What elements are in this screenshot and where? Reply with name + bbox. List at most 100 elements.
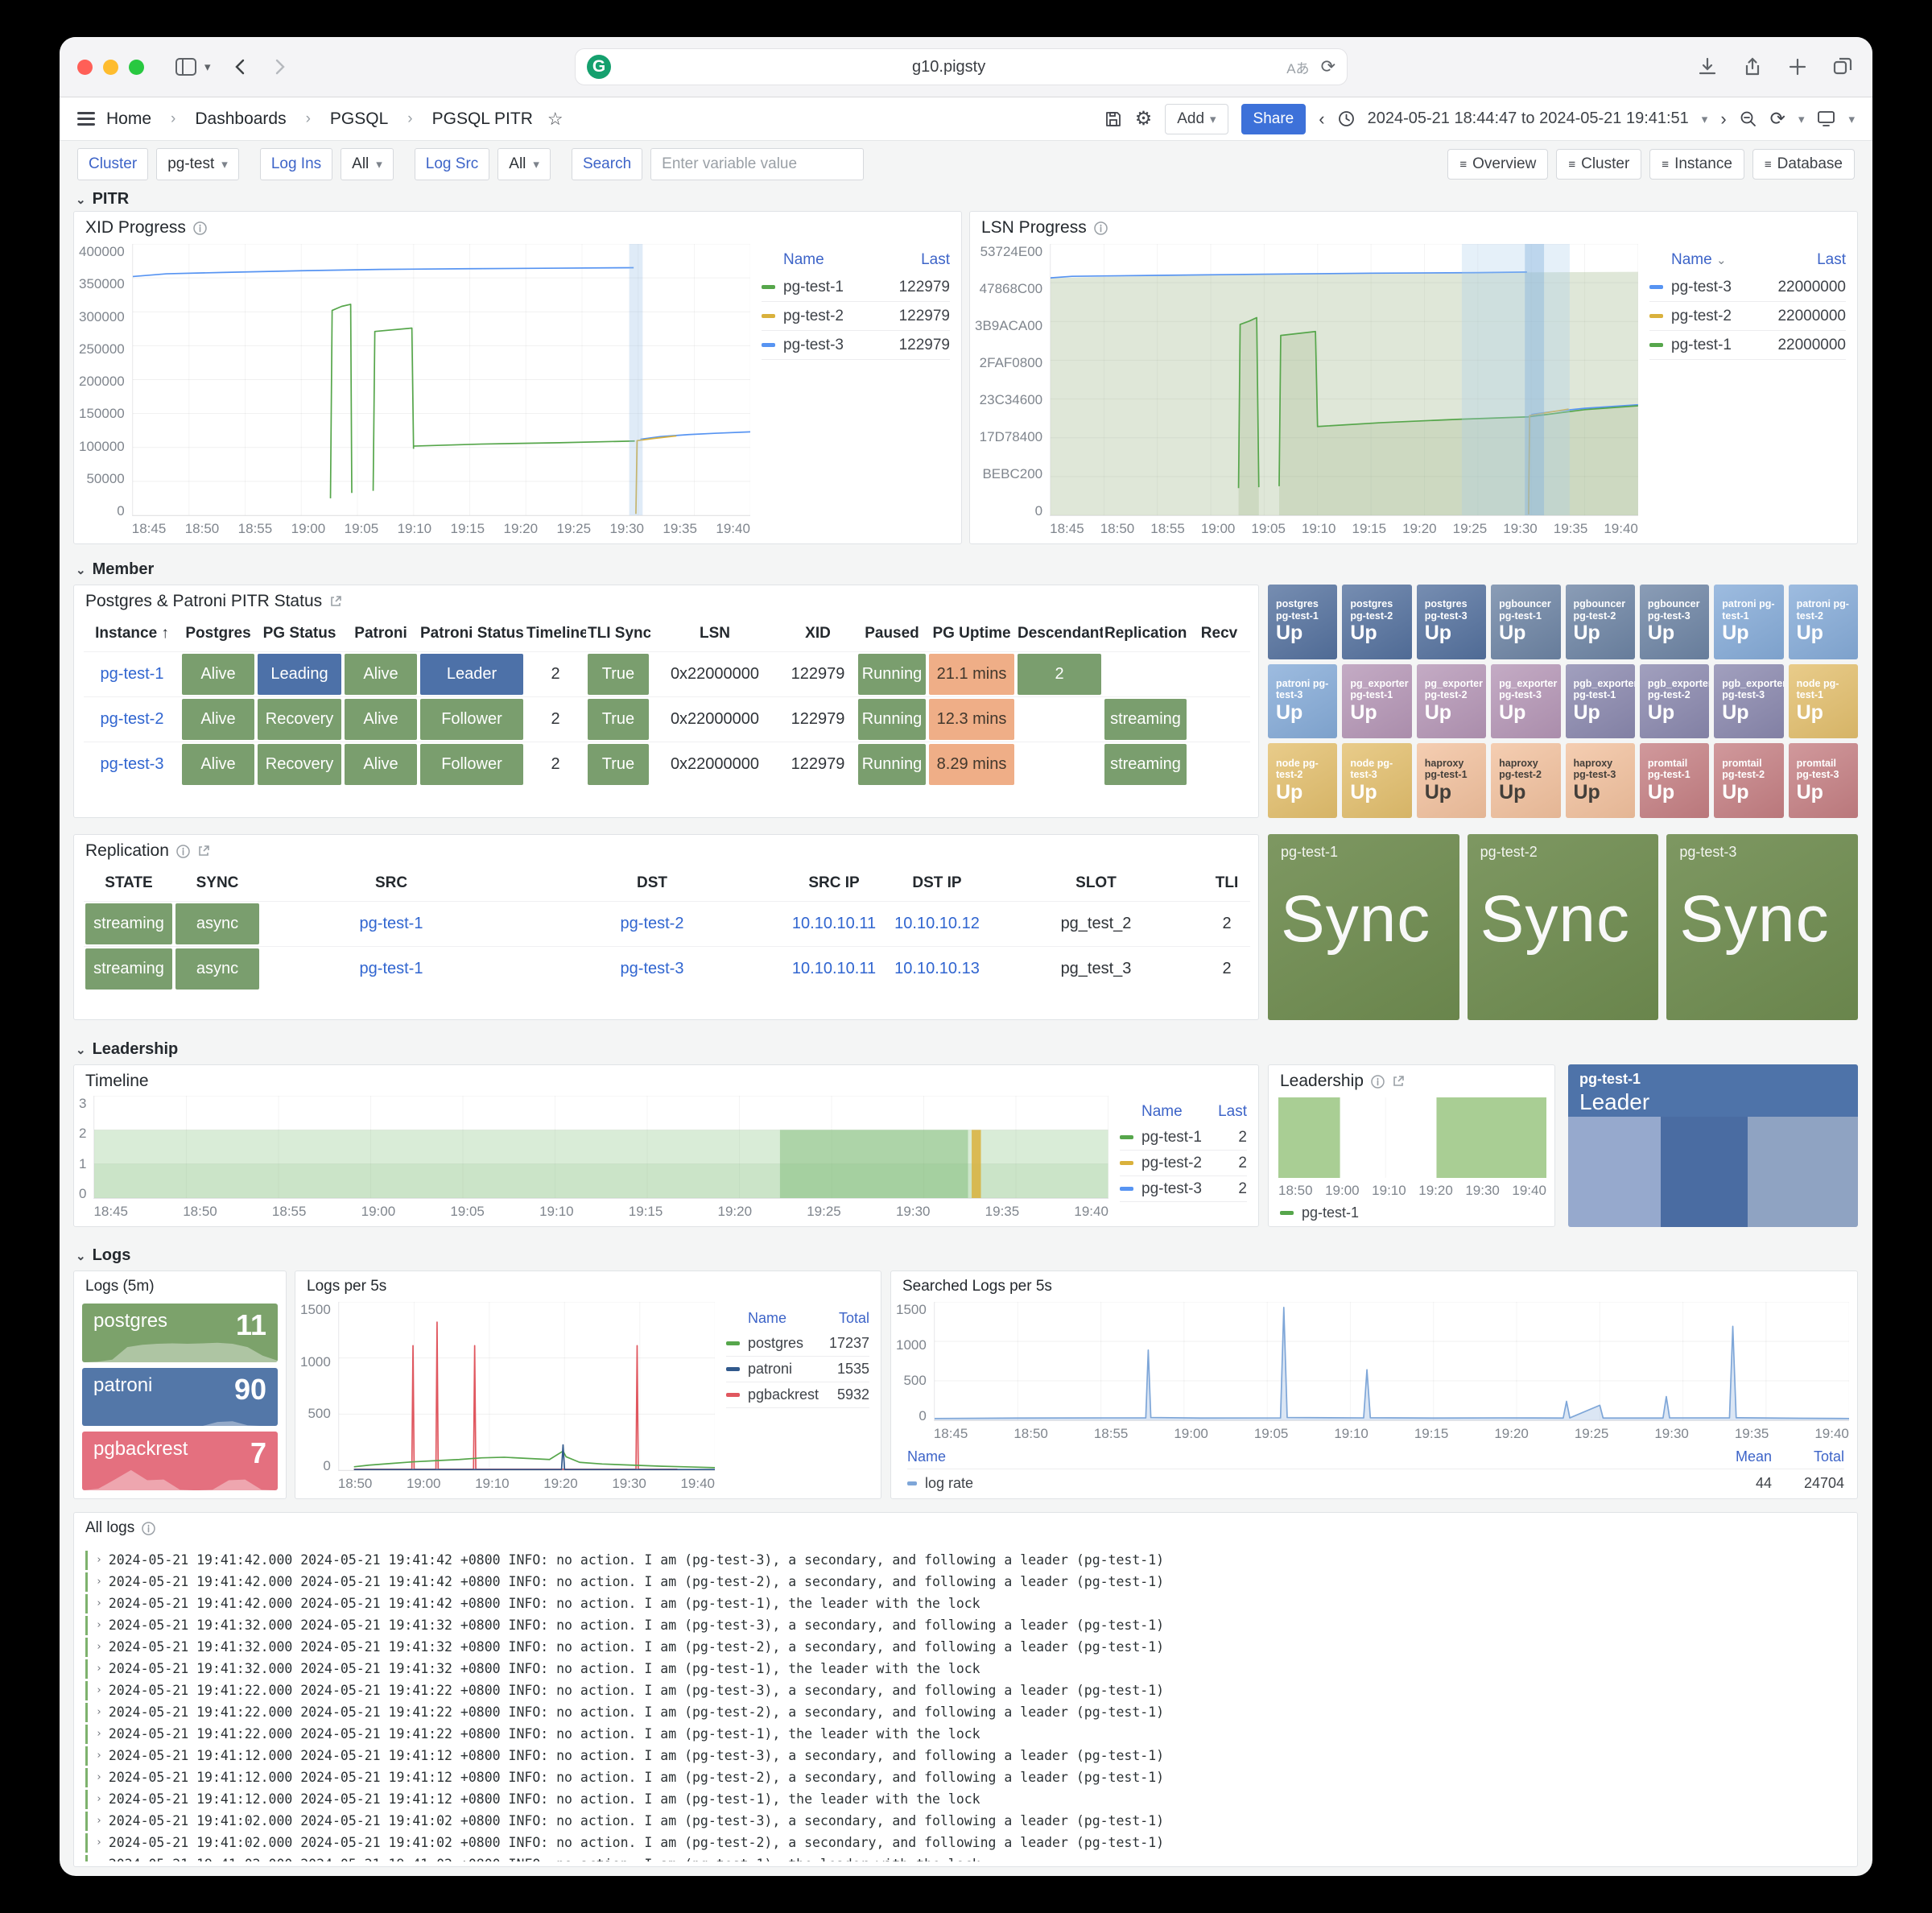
log-stat-tile[interactable]: postgres 11 [82,1304,278,1362]
expand-caret-icon[interactable]: › [96,1768,102,1787]
log-line[interactable]: › 2024-05-21 19:41:22.000 2024-05-21 19:… [85,1703,1849,1722]
panel-title[interactable]: Logs (5m) [85,1278,155,1295]
panel-title[interactable]: All logs [85,1519,134,1537]
external-link-icon[interactable] [1392,1075,1405,1088]
column-header[interactable]: SRC IP [782,866,886,902]
column-header[interactable]: LSN [650,616,779,652]
expand-caret-icon[interactable]: › [96,1725,102,1744]
sidebar-chevron-icon[interactable]: ▾ [204,60,211,74]
info-icon[interactable] [1094,221,1108,235]
sidebar-toggle-icon[interactable] [175,58,196,76]
column-header[interactable]: SLOT [989,866,1203,902]
status-tile[interactable]: pg_exporter pg-test-2 Up [1417,664,1486,739]
status-tile[interactable]: node pg-test-2 Up [1268,743,1337,818]
log-line[interactable]: › 2024-05-21 19:41:32.000 2024-05-21 19:… [85,1638,1849,1657]
instance-link[interactable]: pg-test-1 [101,665,164,683]
expand-caret-icon[interactable]: › [96,1855,102,1861]
info-icon[interactable] [193,221,207,235]
log-line[interactable]: › 2024-05-21 19:41:42.000 2024-05-21 19:… [85,1551,1849,1570]
column-header[interactable]: SRC [261,866,522,902]
favorite-star-icon[interactable]: ☆ [547,109,564,130]
dst-link[interactable]: pg-test-2 [621,915,684,932]
legend-name-header[interactable]: Name [1120,1103,1218,1121]
logins-variable-select[interactable]: All▾ [341,148,394,180]
log-line[interactable]: › 2024-05-21 19:41:12.000 2024-05-21 19:… [85,1768,1849,1787]
back-button[interactable] [232,58,250,76]
status-tile[interactable]: haproxy pg-test-2 Up [1491,743,1560,818]
legend-row[interactable]: pg-test-122000000 [1649,331,1846,360]
cluster-variable-select[interactable]: pg-test▾ [156,148,239,180]
downloads-icon[interactable] [1697,56,1718,77]
breadcrumb-home[interactable]: Home [106,109,151,129]
dst-ip-link[interactable]: 10.10.10.13 [894,960,980,977]
reload-icon[interactable]: ⟳ [1321,56,1335,77]
legend-row[interactable]: pg-test-3122979 [762,331,950,360]
status-tile[interactable]: haproxy pg-test-1 Up [1417,743,1486,818]
log-line[interactable]: › 2024-05-21 19:41:02.000 2024-05-21 19:… [85,1855,1849,1861]
status-tile[interactable]: promtail pg-test-2 Up [1714,743,1783,818]
dst-link[interactable]: pg-test-3 [621,960,684,977]
panel-title[interactable]: Searched Logs per 5s [902,1278,1052,1295]
status-tile[interactable]: pg_exporter pg-test-3 Up [1491,664,1560,739]
log-line[interactable]: › 2024-05-21 19:41:02.000 2024-05-21 19:… [85,1812,1849,1831]
info-icon[interactable] [1371,1075,1385,1089]
log-line[interactable]: › 2024-05-21 19:41:32.000 2024-05-21 19:… [85,1659,1849,1679]
column-header[interactable]: Recv [1188,616,1250,652]
expand-caret-icon[interactable]: › [96,1551,102,1570]
time-back-icon[interactable]: ‹ [1319,109,1324,130]
save-dashboard-icon[interactable] [1104,110,1122,128]
legend-row[interactable]: pg-test-12 [1120,1125,1247,1151]
legend-total-header[interactable]: Total [1772,1448,1844,1465]
view-instance-button[interactable]: ≡Instance [1649,149,1744,180]
legend-name-header[interactable]: Name [762,251,921,269]
column-header[interactable]: Patroni [343,616,419,652]
expand-caret-icon[interactable]: › [96,1746,102,1766]
info-icon[interactable] [142,1522,155,1535]
info-icon[interactable] [176,845,190,858]
status-tile[interactable]: postgres pg-test-1 Up [1268,585,1337,659]
log-line[interactable]: › 2024-05-21 19:41:12.000 2024-05-21 19:… [85,1746,1849,1766]
column-header[interactable]: Timeline [525,616,586,652]
status-tile[interactable]: postgres pg-test-3 Up [1417,585,1486,659]
src-ip-link[interactable]: 10.10.10.11 [792,960,876,977]
log-stat-tile[interactable]: pgbackrest 7 [82,1432,278,1490]
panel-leader-treemap[interactable]: pg-test-1 Leader [1568,1064,1858,1227]
expand-caret-icon[interactable]: › [96,1833,102,1853]
close-window-button[interactable] [77,60,93,75]
log-line[interactable]: › 2024-05-21 19:41:42.000 2024-05-21 19:… [85,1572,1849,1592]
log-stat-tile[interactable]: patroni 90 [82,1368,278,1427]
panel-title[interactable]: LSN Progress [981,218,1087,238]
add-button[interactable]: Add▾ [1165,104,1228,134]
status-tile[interactable]: patroni pg-test-2 Up [1789,585,1858,659]
grammarly-extension-icon[interactable]: G [587,55,611,79]
status-tile[interactable]: patroni pg-test-3 Up [1268,664,1337,739]
expand-caret-icon[interactable]: › [96,1594,102,1613]
xid-chart[interactable] [132,244,750,516]
new-tab-icon[interactable] [1787,56,1808,77]
status-tile[interactable]: pgb_exporter pg-test-1 Up [1566,664,1635,739]
src-link[interactable]: pg-test-1 [360,960,423,977]
clock-icon[interactable] [1338,110,1355,127]
src-ip-link[interactable]: 10.10.10.11 [792,915,876,932]
log-line[interactable]: › 2024-05-21 19:41:42.000 2024-05-21 19:… [85,1594,1849,1613]
view-cluster-button[interactable]: ≡Cluster [1556,149,1641,180]
logs5s-chart[interactable] [338,1302,715,1471]
searched-chart[interactable] [934,1302,1849,1421]
status-tile[interactable]: node pg-test-3 Up [1342,743,1411,818]
legend-last-header[interactable]: Last [921,251,950,269]
menu-icon[interactable] [77,109,95,130]
status-tile[interactable]: pgbouncer pg-test-1 Up [1491,585,1560,659]
column-header[interactable]: DST [522,866,782,902]
panel-title[interactable]: Replication [85,841,169,861]
status-tile[interactable]: node pg-test-1 Up [1789,664,1858,739]
view-overview-button[interactable]: ≡Overview [1447,149,1548,180]
column-header[interactable]: Postgres [180,616,256,652]
status-tile[interactable]: promtail pg-test-1 Up [1640,743,1709,818]
status-tile[interactable]: pg_exporter pg-test-1 Up [1342,664,1411,739]
section-logs[interactable]: ⌄Logs [76,1246,130,1265]
share-button[interactable]: Share [1241,104,1307,134]
panel-title[interactable]: XID Progress [85,218,186,238]
panel-title[interactable]: Logs per 5s [307,1278,386,1295]
share-icon[interactable] [1742,56,1763,77]
refresh-caret-icon[interactable]: ▾ [1798,112,1805,126]
